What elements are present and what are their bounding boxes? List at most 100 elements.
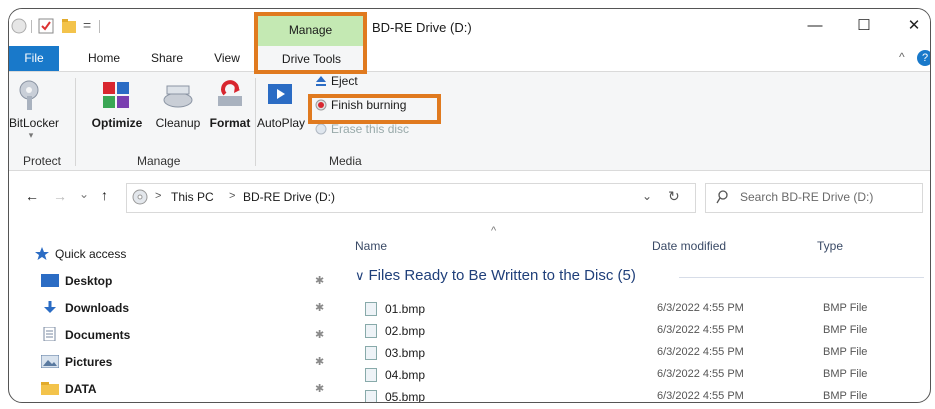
ribbon-tabs: File Home Share View ^ ?	[9, 46, 930, 72]
help-icon[interactable]: ?	[917, 50, 930, 66]
refresh-icon[interactable]: ↻	[668, 188, 680, 205]
pin-icon[interactable]: ✱	[315, 382, 324, 395]
group-separator	[255, 78, 256, 166]
table-row[interactable]: 03.bmp 6/3/2022 4:55 PM BMP File	[349, 343, 930, 365]
sidebar-item-desktop[interactable]: Desktop	[41, 271, 112, 291]
optimize-icon	[100, 78, 134, 112]
group-header[interactable]: ∨ Files Ready to Be Written to the Disc (…	[355, 267, 636, 284]
format-icon	[213, 78, 247, 112]
documents-icon	[41, 326, 59, 342]
sidebar-item-label: DATA	[65, 382, 97, 396]
breadcrumb-drive[interactable]: BD-RE Drive (D:)	[243, 190, 335, 204]
collapse-ribbon-icon[interactable]: ^	[899, 50, 905, 64]
tab-share[interactable]: Share	[142, 46, 192, 71]
ribbon: BitLocker ▾ Optimize Cleanup Format Auto…	[9, 72, 930, 171]
eject-label: Eject	[331, 74, 358, 88]
bmp-file-icon	[365, 324, 377, 338]
file-type: BMP File	[823, 302, 868, 314]
file-date: 6/3/2022 4:55 PM	[657, 346, 744, 358]
maximize-button[interactable]: ☐	[849, 15, 879, 37]
navigation-pane: Quick access Desktop ✱ Downloads ✱ Docum…	[9, 239, 339, 402]
bmp-file-icon	[365, 390, 377, 402]
optimize-button[interactable]: Optimize	[87, 76, 147, 130]
chevron-down-icon: ▾	[28, 130, 34, 140]
column-header-name[interactable]: Name	[355, 239, 387, 253]
group-label-protect: Protect	[23, 154, 62, 168]
group-title: Files Ready to Be Written to the Disc (5…	[368, 267, 636, 284]
forward-icon[interactable]: →	[53, 188, 67, 204]
minimize-button[interactable]: —	[800, 15, 830, 37]
cleanup-button[interactable]: Cleanup	[150, 76, 206, 130]
download-icon	[41, 300, 59, 313]
address-bar[interactable]: > This PC > BD-RE Drive (D:) ⌄ ↻	[126, 183, 696, 213]
pin-icon[interactable]: ✱	[315, 274, 324, 287]
sort-indicator-icon: ^	[491, 225, 497, 237]
recent-locations-icon[interactable]: ⌄	[79, 187, 89, 201]
breadcrumb-this-pc[interactable]: This PC	[171, 190, 214, 204]
folder-icon	[41, 381, 59, 395]
table-row[interactable]: 04.bmp 6/3/2022 4:55 PM BMP File	[349, 365, 930, 387]
optimize-label: Optimize	[91, 116, 143, 130]
sidebar-item-pictures[interactable]: Pictures	[40, 352, 112, 372]
pin-icon[interactable]: ✱	[315, 328, 324, 341]
file-name: 02.bmp	[385, 324, 426, 338]
qat-dropdown-icon[interactable]: =	[83, 17, 91, 33]
desktop-icon	[41, 273, 59, 287]
sidebar-item-quick-access[interactable]: Quick access	[35, 244, 126, 264]
file-date: 6/3/2022 4:55 PM	[657, 324, 744, 336]
eject-button[interactable]: Eject	[315, 74, 358, 88]
system-menu-icon[interactable]	[11, 18, 27, 34]
column-header-date[interactable]: Date modified	[652, 239, 726, 253]
search-icon	[716, 190, 728, 207]
address-dropdown-icon[interactable]: ⌄	[642, 189, 652, 203]
format-button[interactable]: Format	[208, 76, 252, 130]
qat-divider	[31, 20, 32, 33]
sidebar-item-label: Documents	[65, 328, 131, 342]
sidebar-item-documents[interactable]: Documents	[41, 325, 130, 345]
format-label: Format	[209, 116, 251, 130]
new-folder-icon[interactable]	[61, 18, 77, 34]
bitlocker-label: BitLocker	[9, 116, 60, 130]
properties-icon[interactable]	[38, 18, 54, 34]
highlight-drive-tools	[254, 12, 367, 74]
back-icon[interactable]: ←	[25, 188, 39, 204]
erase-disc-label: Erase this disc	[331, 122, 410, 136]
qat-divider	[99, 20, 100, 33]
bitlocker-button[interactable]: BitLocker ▾	[9, 76, 60, 141]
group-label-manage: Manage	[137, 154, 181, 168]
tab-file[interactable]: File	[9, 46, 59, 71]
star-icon	[35, 246, 49, 260]
autoplay-button[interactable]: AutoPlay	[257, 76, 305, 130]
file-type: BMP File	[823, 390, 868, 402]
table-row[interactable]: 02.bmp 6/3/2022 4:55 PM BMP File	[349, 321, 930, 343]
pictures-icon	[40, 354, 60, 369]
table-row[interactable]: 01.bmp 6/3/2022 4:55 PM BMP File	[349, 299, 930, 321]
bmp-file-icon	[365, 346, 377, 360]
sidebar-item-data[interactable]: DATA	[41, 379, 97, 399]
up-icon[interactable]: ↑	[101, 187, 108, 203]
chevron-down-icon: ∨	[355, 268, 365, 283]
key-icon	[14, 78, 48, 112]
sidebar-item-label: Desktop	[65, 274, 113, 288]
pin-icon[interactable]: ✱	[315, 301, 324, 314]
search-box[interactable]: Search BD-RE Drive (D:)	[705, 183, 923, 213]
pin-icon[interactable]: ✱	[315, 355, 324, 368]
breadcrumb-separator: >	[155, 190, 162, 202]
tab-home[interactable]: Home	[79, 46, 129, 71]
sidebar-item-downloads[interactable]: Downloads	[41, 298, 129, 318]
tab-view[interactable]: View	[207, 46, 247, 71]
file-name: 03.bmp	[385, 346, 426, 360]
file-type: BMP File	[823, 324, 868, 336]
group-separator	[75, 78, 76, 166]
search-placeholder: Search BD-RE Drive (D:)	[740, 190, 874, 204]
close-button[interactable]: ✕	[899, 15, 929, 37]
table-row[interactable]: 05.bmp 6/3/2022 4:55 PM BMP File	[349, 387, 930, 402]
file-name: 04.bmp	[385, 368, 426, 382]
file-type: BMP File	[823, 368, 868, 380]
navigation-bar: ← → ⌄ ↑ > This PC > BD-RE Drive (D:) ⌄ ↻…	[9, 179, 930, 215]
bmp-file-icon	[365, 368, 377, 382]
erase-disc-button[interactable]: Erase this disc	[315, 122, 409, 136]
column-header-type[interactable]: Type	[817, 239, 843, 253]
highlight-finish-burning	[308, 94, 441, 124]
file-date: 6/3/2022 4:55 PM	[657, 368, 744, 380]
